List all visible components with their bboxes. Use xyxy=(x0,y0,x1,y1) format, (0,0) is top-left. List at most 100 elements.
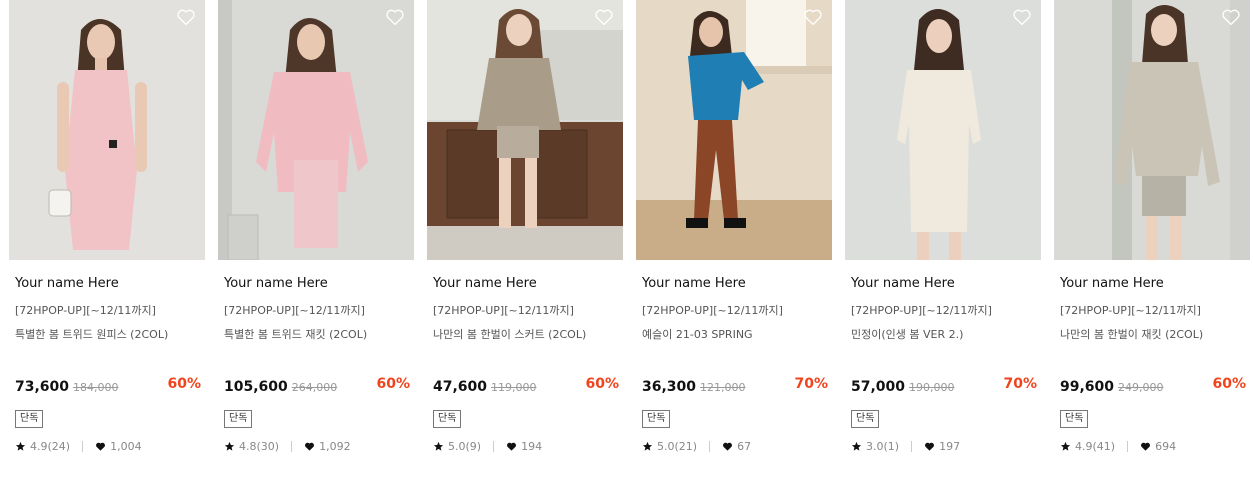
product-image[interactable] xyxy=(218,0,414,260)
product-card[interactable]: Your name Here [72HPOP-UP][~12/11까지] 특별한… xyxy=(218,0,414,470)
sale-price: 73,600 xyxy=(15,379,70,395)
heart-filled-icon xyxy=(1140,441,1151,452)
product-card[interactable]: Your name Here [72HPOP-UP][~12/11까지] 나만의… xyxy=(1054,0,1250,470)
heart-filled-icon xyxy=(506,441,517,452)
wishlist-heart-icon[interactable] xyxy=(1012,8,1032,26)
brand-name[interactable]: Your name Here xyxy=(851,276,955,291)
product-photo-pink-tweed-dress xyxy=(9,0,205,260)
original-price: 190,000 xyxy=(909,381,955,394)
like-count: 1,004 xyxy=(110,439,142,453)
exclusive-badge: 단독 xyxy=(433,410,462,428)
star-icon xyxy=(642,441,653,452)
price-row: 57,000 190,000 70% xyxy=(851,376,1039,396)
promo-tag[interactable]: [72HPOP-UP][~12/11까지] xyxy=(642,302,783,318)
like-count: 194 xyxy=(521,439,543,453)
product-grid: Your name Here [72HPOP-UP][~12/11까지] 특별한… xyxy=(0,0,1253,478)
sale-price: 99,600 xyxy=(1060,379,1115,395)
product-image[interactable] xyxy=(1054,0,1250,260)
like-count: 67 xyxy=(737,439,752,453)
promo-tag[interactable]: [72HPOP-UP][~12/11까지] xyxy=(851,302,992,318)
product-card[interactable]: Your name Here [72HPOP-UP][~12/11까지] 특별한… xyxy=(9,0,205,470)
product-card[interactable]: Your name Here [72HPOP-UP][~12/11까지] 민정이… xyxy=(845,0,1041,470)
wishlist-heart-icon[interactable] xyxy=(803,8,823,26)
discount-rate: 70% xyxy=(1003,376,1037,392)
price-row: 36,300 121,000 70% xyxy=(642,376,830,396)
price-row: 73,600 184,000 60% xyxy=(15,376,203,396)
exclusive-badge: 단독 xyxy=(1060,410,1089,428)
stats-divider xyxy=(709,440,711,452)
heart-filled-icon xyxy=(95,441,106,452)
original-price: 184,000 xyxy=(73,381,119,394)
original-price: 249,000 xyxy=(1118,381,1164,394)
promo-tag[interactable]: [72HPOP-UP][~12/11까지] xyxy=(433,302,574,318)
product-image[interactable] xyxy=(427,0,623,260)
brand-name[interactable]: Your name Here xyxy=(15,276,119,291)
original-price: 264,000 xyxy=(291,381,338,394)
product-image[interactable] xyxy=(636,0,832,260)
like-count: 1,092 xyxy=(319,439,351,453)
wishlist-heart-icon[interactable] xyxy=(594,8,614,26)
stats-divider xyxy=(82,440,84,452)
rating-value: 4.9(24) xyxy=(30,439,71,453)
product-name[interactable]: 나만의 봄 한벌이 재킷 (2COL) xyxy=(1060,326,1203,342)
rating-value: 4.9(41) xyxy=(1075,439,1116,453)
exclusive-badge: 단독 xyxy=(642,410,671,428)
sale-price: 36,300 xyxy=(642,379,697,395)
brand-name[interactable]: Your name Here xyxy=(642,276,746,291)
promo-tag[interactable]: [72HPOP-UP][~12/11까지] xyxy=(1060,302,1201,318)
product-photo-blue-jacket-brown-pants xyxy=(636,0,832,260)
price-row: 47,600 119,000 60% xyxy=(433,376,621,396)
stats-divider xyxy=(493,440,495,452)
discount-rate: 70% xyxy=(794,376,828,392)
sale-price: 47,600 xyxy=(433,379,488,395)
rating-value: 5.0(21) xyxy=(657,439,698,453)
like-count: 694 xyxy=(1155,439,1177,453)
star-icon xyxy=(851,441,862,452)
product-stats: 5.0(21) 67 xyxy=(642,439,751,453)
rating-value: 4.8(30) xyxy=(239,439,280,453)
heart-filled-icon xyxy=(722,441,733,452)
product-stats: 4.9(24) 1,004 xyxy=(15,439,142,453)
exclusive-badge: 단독 xyxy=(224,410,253,428)
discount-rate: 60% xyxy=(376,376,410,392)
product-name[interactable]: 민정이(인생 봄 VER 2.) xyxy=(851,326,963,342)
product-stats: 5.0(9) 194 xyxy=(433,439,542,453)
product-card[interactable]: Your name Here [72HPOP-UP][~12/11까지] 예슬이… xyxy=(636,0,832,470)
brand-name[interactable]: Your name Here xyxy=(433,276,537,291)
wishlist-heart-icon[interactable] xyxy=(176,8,196,26)
wishlist-heart-icon[interactable] xyxy=(1221,8,1241,26)
stats-divider xyxy=(1127,440,1129,452)
wishlist-heart-icon[interactable] xyxy=(385,8,405,26)
promo-tag[interactable]: [72HPOP-UP][~12/11까지] xyxy=(15,302,156,318)
product-photo-grey-blazer-skirt xyxy=(1054,0,1250,260)
discount-rate: 60% xyxy=(1212,376,1246,392)
product-stats: 4.9(41) 694 xyxy=(1060,439,1176,453)
price-row: 99,600 249,000 60% xyxy=(1060,376,1248,396)
star-icon xyxy=(224,441,235,452)
product-photo-pink-tweed-jacket xyxy=(218,0,414,260)
product-stats: 3.0(1) 197 xyxy=(851,439,960,453)
heart-filled-icon xyxy=(924,441,935,452)
product-name[interactable]: 나만의 봄 한벌이 스커트 (2COL) xyxy=(433,326,586,342)
product-image[interactable] xyxy=(845,0,1041,260)
sale-price: 57,000 xyxy=(851,379,906,395)
brand-name[interactable]: Your name Here xyxy=(1060,276,1164,291)
sale-price: 105,600 xyxy=(224,379,288,395)
original-price: 121,000 xyxy=(700,381,746,394)
product-photo-white-cardigan-dress xyxy=(845,0,1041,260)
product-name[interactable]: 예슬이 21-03 SPRING xyxy=(642,326,753,342)
product-image[interactable] xyxy=(9,0,205,260)
rating-value: 3.0(1) xyxy=(866,439,900,453)
product-card[interactable]: Your name Here [72HPOP-UP][~12/11까지] 나만의… xyxy=(427,0,623,470)
star-icon xyxy=(15,441,26,452)
stats-divider xyxy=(291,440,293,452)
star-icon xyxy=(1060,441,1071,452)
product-name[interactable]: 특별한 봄 트위드 원피스 (2COL) xyxy=(15,326,168,342)
stats-divider xyxy=(911,440,913,452)
price-row: 105,600 264,000 60% xyxy=(224,376,412,396)
product-photo-beige-blazer-skirt xyxy=(427,0,623,260)
product-name[interactable]: 특별한 봄 트위드 재킷 (2COL) xyxy=(224,326,367,342)
promo-tag[interactable]: [72HPOP-UP][~12/11까지] xyxy=(224,302,365,318)
brand-name[interactable]: Your name Here xyxy=(224,276,328,291)
exclusive-badge: 단독 xyxy=(851,410,880,428)
